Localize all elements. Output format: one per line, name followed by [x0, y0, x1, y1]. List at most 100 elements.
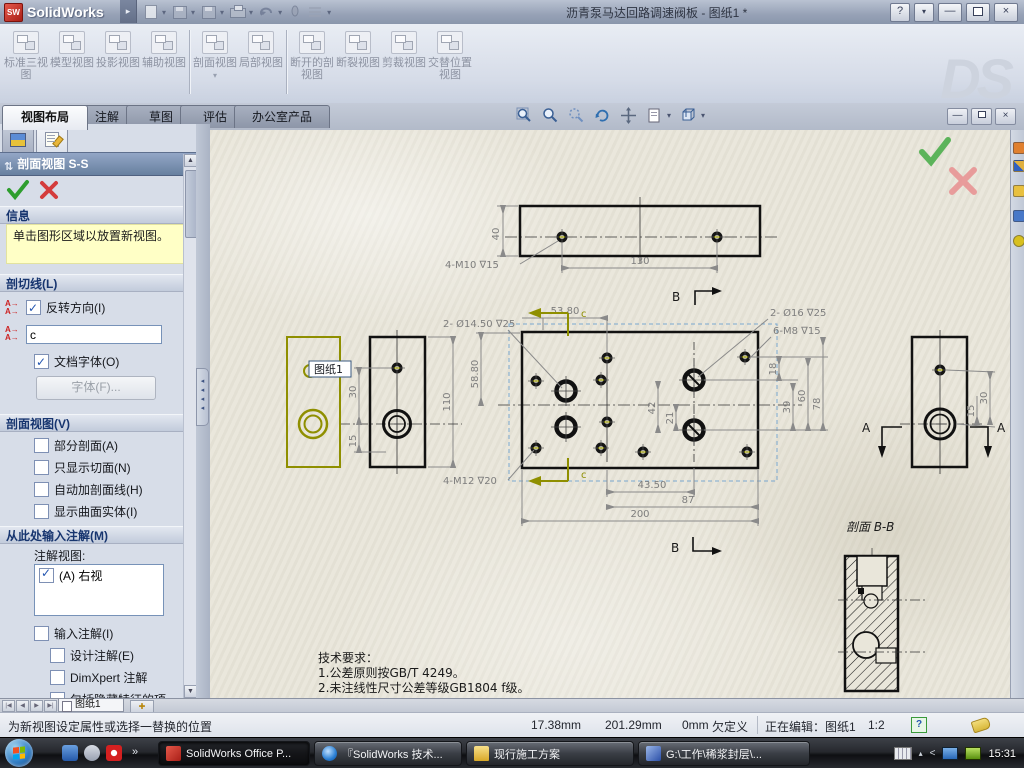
annotation-views-listbox[interactable]: (A) 右视 [34, 564, 164, 616]
print-caret-icon[interactable]: ▾ [249, 8, 253, 19]
next-sheet-icon[interactable]: ▶ [30, 700, 43, 712]
auxiliary-view-button[interactable]: 辅助视图 [142, 28, 186, 98]
help-caret-icon[interactable]: ▾ [914, 3, 934, 22]
confirmation-corner[interactable] [919, 137, 977, 195]
section-bb-view[interactable]: 剖面 B-B [838, 520, 928, 693]
taskbar-button-solidworks[interactable]: SolidWorks Office P... [158, 741, 310, 766]
menu-expand-icon[interactable]: ▸ [120, 0, 137, 23]
detail-view-button[interactable]: 局部视图 [239, 28, 283, 98]
new-file-icon[interactable] [142, 4, 159, 19]
cut-line-section-header[interactable]: 剖切线(L)« [0, 274, 196, 292]
first-sheet-icon[interactable]: |◀ [2, 700, 15, 712]
import-annotations-checkbox[interactable] [34, 626, 49, 641]
resources-home-icon[interactable] [1013, 142, 1024, 154]
options-caret-icon[interactable]: ▾ [327, 8, 331, 19]
show-surface-checkbox[interactable] [34, 504, 49, 519]
open-file-caret-icon[interactable]: ▾ [191, 8, 195, 19]
print-icon[interactable] [229, 4, 247, 19]
right-side-view[interactable]: 15 30 A A [862, 330, 1006, 474]
zoom-fit-icon[interactable] [515, 106, 533, 124]
doc-close-button[interactable]: × [995, 108, 1016, 125]
orientation-caret-icon[interactable]: ▾ [701, 111, 705, 120]
quick-launch-app-icon[interactable] [62, 745, 78, 761]
projected-view-button[interactable]: 投影视图 [96, 28, 140, 98]
tray-expand-icon[interactable]: < [930, 748, 936, 759]
clock[interactable]: 15:31 [988, 748, 1016, 760]
confirm-ok-icon[interactable] [919, 137, 951, 167]
open-file-icon[interactable] [171, 4, 188, 19]
model-view-button[interactable]: 模型视图 [50, 28, 94, 98]
last-sheet-icon[interactable]: ▶| [44, 700, 57, 712]
start-button[interactable] [5, 739, 33, 767]
taskbar-button-folder[interactable]: 现行施工方案 [466, 741, 634, 766]
main-drawing-view[interactable]: 110 58.80 53.80 2- Ø14.50 ∇25 2- Ø16 ∇25… [428, 306, 828, 555]
design-annotations-checkbox[interactable] [50, 648, 65, 663]
partial-section-checkbox[interactable] [34, 438, 49, 453]
help-button[interactable]: ? [890, 3, 910, 22]
section-view-button[interactable]: 剖面视图 ▾ [193, 28, 237, 98]
view-orientation-icon[interactable] [679, 106, 697, 124]
zoom-selection-icon[interactable] [567, 106, 585, 124]
messenger-icon[interactable] [965, 747, 982, 760]
auto-hatch-checkbox[interactable] [34, 482, 49, 497]
top-drawing-view[interactable]: 40 130 4-M10 ∇15 B [445, 197, 778, 305]
options-list-icon[interactable] [307, 4, 324, 19]
broken-out-section-button[interactable]: 断开的剖视图 [290, 28, 334, 98]
quick-tips-icon[interactable]: ? [911, 717, 927, 733]
break-view-button[interactable]: 断裂视图 [336, 28, 380, 98]
section-view-caret-icon[interactable]: ▾ [213, 71, 217, 80]
save-caret-icon[interactable]: ▾ [220, 8, 224, 19]
slice-section-checkbox[interactable] [34, 460, 49, 475]
quick-launch-red-icon[interactable] [106, 745, 122, 761]
info-section-header[interactable]: 信息« [0, 206, 196, 224]
select-icon[interactable] [287, 4, 304, 19]
drawing-sheet-icon[interactable] [645, 106, 663, 124]
annotations-section-header[interactable]: 从此处输入注解(M)« [0, 526, 196, 544]
quick-launch-overflow-icon[interactable]: » [132, 746, 138, 758]
alternate-position-button[interactable]: 交替位置视图 [428, 28, 472, 98]
section-view-section-header[interactable]: 剖面视图(V)« [0, 414, 196, 432]
close-button[interactable]: × [994, 3, 1018, 22]
restore-button[interactable] [966, 3, 990, 22]
file-explorer-icon[interactable] [1013, 185, 1024, 197]
cancel-button[interactable] [40, 181, 58, 199]
undo-caret-icon[interactable]: ▾ [278, 8, 282, 19]
ime-caret-icon[interactable]: ▴ [919, 749, 923, 758]
taskbar-button-image-viewer[interactable]: G:\工作\稀浆封层\... [638, 741, 810, 766]
document-font-checkbox[interactable] [34, 352, 49, 372]
drawing-canvas[interactable]: 40 130 4-M10 ∇15 B 110 58.80 53.80 2- Ø1… [210, 130, 1010, 698]
quick-launch-search-icon[interactable] [84, 745, 100, 761]
right-view-item[interactable]: (A) 右视 [59, 569, 102, 583]
view-palette-icon[interactable] [1013, 210, 1024, 222]
prev-sheet-icon[interactable]: ◀ [16, 700, 29, 712]
sheet-tab[interactable]: 图纸1 [58, 699, 124, 712]
zoom-area-icon[interactable] [541, 106, 559, 124]
design-library-icon[interactable] [1013, 160, 1024, 172]
doc-restore-button[interactable] [971, 108, 992, 125]
panel-collapse-handle[interactable]: ◂ ◂ ◂ ◂ [196, 368, 209, 426]
panel-scrollbar[interactable]: ▲ ▼ [183, 154, 198, 698]
rotate-view-icon[interactable] [593, 106, 611, 124]
tag-icon[interactable] [970, 716, 992, 734]
right-view-checkbox[interactable] [39, 566, 54, 583]
new-file-caret-icon[interactable]: ▾ [162, 8, 166, 19]
tab-view-layout[interactable]: 视图布局 [2, 105, 88, 130]
crop-view-button[interactable]: 剪裁视图 [382, 28, 426, 98]
sheet-caret-icon[interactable]: ▾ [667, 111, 671, 120]
standard-3-views-button[interactable]: 标准三视图 [4, 28, 48, 98]
section-label-input[interactable] [26, 325, 162, 344]
taskbar-button-browser[interactable]: 『SolidWorks 技术... [314, 741, 462, 766]
custom-properties-icon[interactable] [1013, 235, 1024, 247]
doc-minimize-button[interactable]: — [947, 108, 968, 125]
pan-icon[interactable] [619, 106, 637, 124]
confirm-cancel-icon[interactable] [949, 167, 977, 195]
section-view-preview[interactable]: 图纸1 [286, 336, 352, 468]
input-keyboard-icon[interactable] [893, 747, 912, 760]
undo-icon[interactable] [258, 4, 275, 19]
save-icon[interactable] [200, 4, 217, 19]
minimize-button[interactable]: — [938, 3, 962, 22]
network-icon[interactable] [942, 747, 959, 760]
font-button[interactable]: 字体(F)... [36, 376, 156, 400]
ok-button[interactable] [7, 180, 29, 201]
tab-office-products[interactable]: 办公室产品 [234, 105, 330, 128]
